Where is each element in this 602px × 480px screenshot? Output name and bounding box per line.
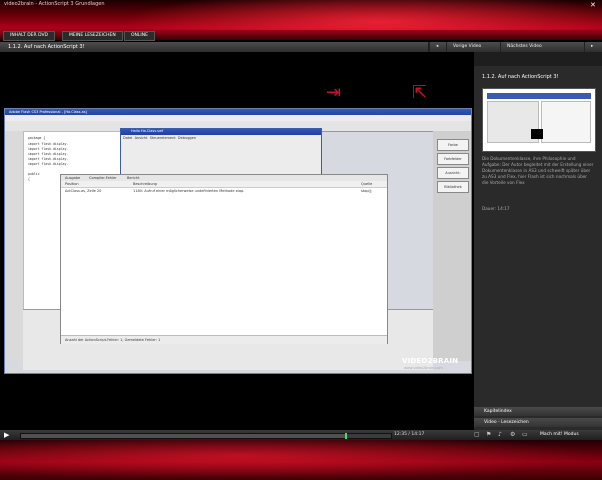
timecode: 12:35 / 14:17	[394, 432, 425, 437]
fullscreen-button-icon[interactable]: ▢	[474, 431, 480, 438]
play-icon[interactable]: ▶	[4, 431, 9, 439]
tab-inhalt[interactable]: INHALT DER DVD	[3, 31, 56, 41]
tab-online[interactable]: ONLINE	[124, 31, 155, 41]
volume-icon[interactable]: ♪	[498, 431, 502, 438]
ide-title: Adobe Flash CS3 Professional - [Ha.Class…	[9, 110, 87, 114]
tab-lesezeichen[interactable]: MEINE LESEZEICHEN	[62, 31, 123, 41]
window-icon[interactable]: ▭	[522, 431, 528, 438]
tool-palette	[5, 131, 24, 361]
section-kapitelindex[interactable]: Kapitelindex	[474, 407, 602, 416]
prev-video-button[interactable]: Vorige Video	[446, 42, 487, 52]
menu-arrow-icon[interactable]: ▸	[584, 42, 599, 52]
error-position: ActClass.as, Zeile 20	[65, 189, 102, 193]
collapse-button[interactable]: ◂	[429, 42, 444, 52]
chapter-title: 1.1.2. Auf nach ActionScript 3!	[8, 44, 85, 50]
seek-progress	[21, 434, 347, 438]
close-icon[interactable]: ✕	[590, 1, 596, 9]
skip-icon: ⇥	[326, 82, 342, 103]
bookmark-icon[interactable]: ⚑	[486, 431, 491, 438]
fullscreen-icon: ⇱	[412, 82, 428, 103]
section-video-lesezeichen[interactable]: Video - Lesezeichen	[474, 418, 602, 427]
seek-bar[interactable]	[20, 433, 392, 439]
watermark-url: www.video2brain.com	[404, 366, 443, 370]
next-video-button[interactable]: Nächstes Video	[500, 42, 548, 52]
video-thumbnail[interactable]	[482, 88, 596, 152]
video2brain-logo: VIDEO2BRAIN	[402, 357, 459, 365]
error-source: stop();	[361, 189, 373, 193]
compiler-errors-panel: Ausgabe Compiler-Fehler Bericht Position…	[60, 174, 388, 344]
seek-handle[interactable]	[344, 433, 347, 439]
error-description: 1180: Aufruf einer möglicherweise undefi…	[133, 189, 245, 193]
sidebar-title: 1.1.2. Auf nach ActionScript 3!	[482, 74, 559, 80]
chapter-description: Die Dokumentenklasse, ihre Philosophie u…	[482, 156, 594, 185]
window-title: video2brain - ActionScript 3 Grundlagen	[4, 1, 105, 7]
swf-window: Hallo Ha.Class.swf Datei Ansicht Steuere…	[120, 128, 322, 180]
settings-icon[interactable]: ⚙	[510, 431, 515, 438]
right-panels: Farbe Farbfelder Ausricht. Bibliothek	[433, 131, 471, 361]
swf-title: Hallo Ha.Class.swf	[131, 129, 164, 133]
footer-background	[0, 440, 602, 480]
mode-button[interactable]: Mach mit! Modus	[540, 432, 579, 437]
chapter-duration: Dauer: 14:17	[482, 206, 510, 211]
